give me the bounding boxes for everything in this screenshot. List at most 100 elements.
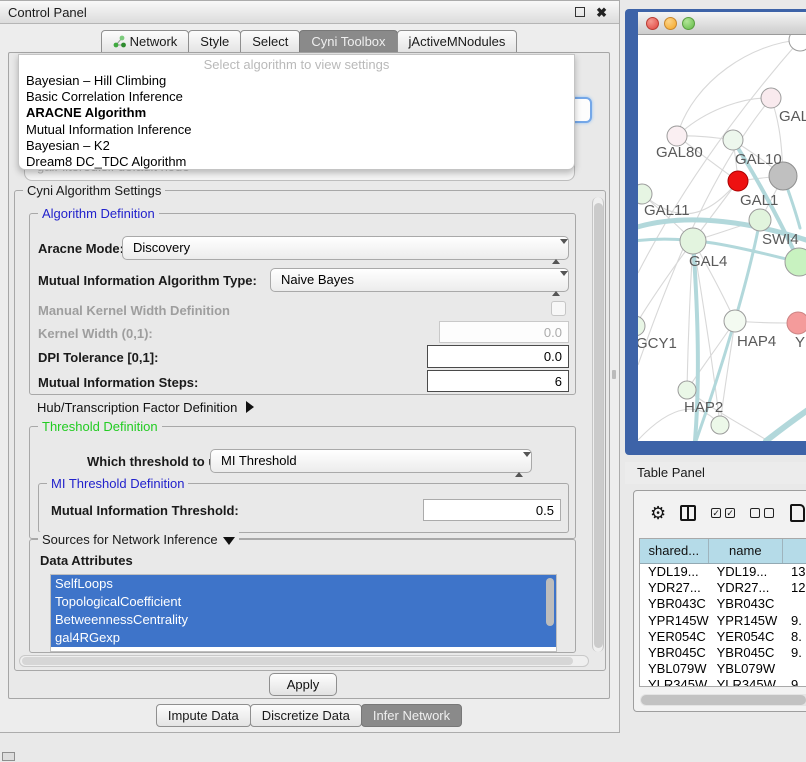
network-node-gal80[interactable] (667, 126, 687, 146)
network-node-gcy1[interactable] (638, 316, 645, 336)
sources-group: Sources for Network Inference Data Attri… (29, 539, 576, 653)
aracne-mode-label: Aracne Mode: (38, 241, 124, 256)
dpi-tolerance-field[interactable] (427, 345, 569, 368)
data-attribute-item[interactable]: TopologicalCoefficient (51, 593, 556, 611)
network-node-swi4[interactable] (749, 209, 771, 231)
network-window-titlebar (638, 12, 806, 35)
dpi-tolerance-label: DPI Tolerance [0,1]: (38, 350, 158, 365)
algorithm-option[interactable]: Bayesian – K2 (19, 138, 574, 154)
close-icon[interactable]: ✖ (596, 4, 607, 21)
table-panel: ⚙ ✓✓ shared...nameA YDL19...YDL19...13YD… (633, 490, 806, 712)
settings-horizontal-scrollbar[interactable] (19, 655, 589, 667)
algorithm-option[interactable]: ARACNE Algorithm (19, 105, 574, 121)
new-table-icon[interactable] (790, 504, 805, 522)
table-row[interactable]: YDL19...YDL19...13 (640, 564, 806, 580)
network-node[interactable] (785, 248, 806, 276)
tab-style[interactable]: Style (188, 30, 241, 53)
threshold-definition-group: Threshold Definition Which threshold to … (29, 426, 576, 539)
data-attribute-item[interactable]: SelfLoops (51, 575, 556, 593)
minimize-traffic-light-icon[interactable] (664, 17, 677, 30)
network-edge[interactable] (687, 321, 735, 390)
network-canvas[interactable]: GALGAL80GAL10GAL1GAL11SWI4GAL4GCY1HAP4YH… (638, 35, 806, 441)
table-horizontal-scrollbar[interactable] (640, 694, 806, 706)
network-edge[interactable] (638, 98, 771, 365)
table-row[interactable]: YBR043CYBR043C (640, 596, 806, 612)
table-row[interactable]: YPR145WYPR145W9. (640, 613, 806, 629)
hub-tf-definition-toggle[interactable]: Hub/Transcription Factor Definition (37, 400, 254, 415)
close-traffic-light-icon[interactable] (646, 17, 659, 30)
table-cell: YER054C (709, 629, 783, 645)
sources-legend[interactable]: Sources for Network Inference (38, 532, 239, 547)
column-header-2[interactable]: name (709, 539, 783, 563)
float-window-icon[interactable] (575, 7, 585, 17)
table-row[interactable]: YBL079WYBL079W (640, 661, 806, 677)
network-node[interactable] (789, 35, 806, 51)
table-row[interactable]: YDR27...YDR27...12 (640, 580, 806, 596)
network-node-gal10[interactable] (723, 130, 743, 150)
settings-legend: Cyni Algorithm Settings (23, 183, 165, 198)
tab-jactivemnodules[interactable]: jActiveMNodules (397, 30, 518, 53)
network-node-label: GAL (779, 108, 806, 125)
apply-button[interactable]: Apply (269, 673, 337, 696)
select-all-columns-icon[interactable]: ✓✓ (711, 508, 735, 518)
aracne-mode-combo[interactable]: Discovery (122, 236, 569, 260)
table-cell: YDL19... (709, 564, 783, 580)
mi-threshold-group: MI Threshold Definition Mutual Informati… (38, 483, 569, 533)
column-header-3[interactable]: A (783, 539, 806, 563)
app-root: Control Panel ✖ NetworkStyleSelectCyni T… (0, 0, 806, 762)
algorithm-option[interactable]: Bayesian – Hill Climbing (19, 73, 574, 89)
table-cell: YBL079W (640, 661, 709, 677)
network-node-label: GAL11 (644, 202, 690, 219)
tab-cyni-toolbox[interactable]: Cyni Toolbox (299, 30, 397, 53)
table-cell: 8. (783, 629, 806, 645)
attributes-scrollbar[interactable] (546, 578, 554, 626)
zoom-traffic-light-icon[interactable] (682, 17, 695, 30)
tab-discretize-data[interactable]: Discretize Data (250, 704, 362, 727)
mi-threshold-field[interactable] (423, 499, 561, 521)
sources-legend-text: Sources for Network Inference (42, 532, 218, 547)
column-header-1[interactable]: shared... (640, 539, 709, 563)
column-layout-icon[interactable] (680, 505, 696, 521)
algorithm-option[interactable]: Mutual Information Inference (19, 122, 574, 138)
network-node-gal[interactable] (761, 88, 781, 108)
table-cell: YBR045C (640, 645, 709, 661)
tab-impute-data[interactable]: Impute Data (156, 704, 251, 727)
network-node-gal4[interactable] (680, 228, 706, 254)
deselect-all-columns-icon[interactable] (750, 508, 774, 518)
settings-vertical-scrollbar[interactable] (592, 197, 604, 652)
table-header-row: shared...nameA (640, 539, 806, 564)
which-threshold-combo[interactable]: MI Threshold (210, 449, 532, 473)
panel-resize-grip[interactable] (612, 370, 616, 379)
network-edge[interactable] (638, 241, 693, 326)
tab-infer-network[interactable]: Infer Network (361, 704, 462, 727)
network-edge-highlighted[interactable] (766, 405, 806, 441)
network-node-y[interactable] (787, 312, 806, 334)
algorithm-dropdown-placeholder: Select algorithm to view settings (19, 57, 574, 73)
network-icon (113, 35, 126, 48)
data-attribute-item[interactable]: gal4RGexp (51, 629, 556, 647)
cyni-bottom-tabbar: Impute Data Discretize Data Infer Network (0, 704, 619, 727)
minimized-panel-icon[interactable] (2, 752, 15, 761)
tab-label: Impute Data (168, 705, 239, 726)
network-node-hap2[interactable] (678, 381, 696, 399)
kernel-width-field[interactable] (439, 321, 569, 343)
mi-steps-field[interactable] (427, 370, 569, 392)
network-node-gal1[interactable] (728, 171, 748, 191)
network-node-hap4[interactable] (724, 310, 746, 332)
table-row[interactable]: YER054CYER054C8. (640, 629, 806, 645)
threshold-definition-legend: Threshold Definition (38, 419, 162, 434)
mi-algorithm-type-combo[interactable]: Naive Bayes (270, 268, 569, 292)
algorithm-option[interactable]: Basic Correlation Inference (19, 89, 574, 105)
table-row[interactable]: YBR045CYBR045C9. (640, 645, 806, 661)
tab-select[interactable]: Select (240, 30, 300, 53)
data-attribute-item[interactable]: BetweennessCentrality (51, 611, 556, 629)
table-row[interactable]: YLR345WYLR345W9. (640, 677, 806, 687)
network-node[interactable] (711, 416, 729, 434)
algorithm-dropdown-list: Bayesian – Hill ClimbingBasic Correlatio… (19, 73, 574, 170)
hub-tf-definition-label: Hub/Transcription Factor Definition (37, 400, 237, 415)
algorithm-option[interactable]: Dream8 DC_TDC Algorithm (19, 154, 574, 170)
gear-icon[interactable]: ⚙ (650, 491, 666, 535)
tab-network[interactable]: Network (101, 30, 190, 53)
manual-kernel-width-checkbox[interactable] (551, 301, 566, 316)
tab-label: Infer Network (373, 705, 450, 726)
